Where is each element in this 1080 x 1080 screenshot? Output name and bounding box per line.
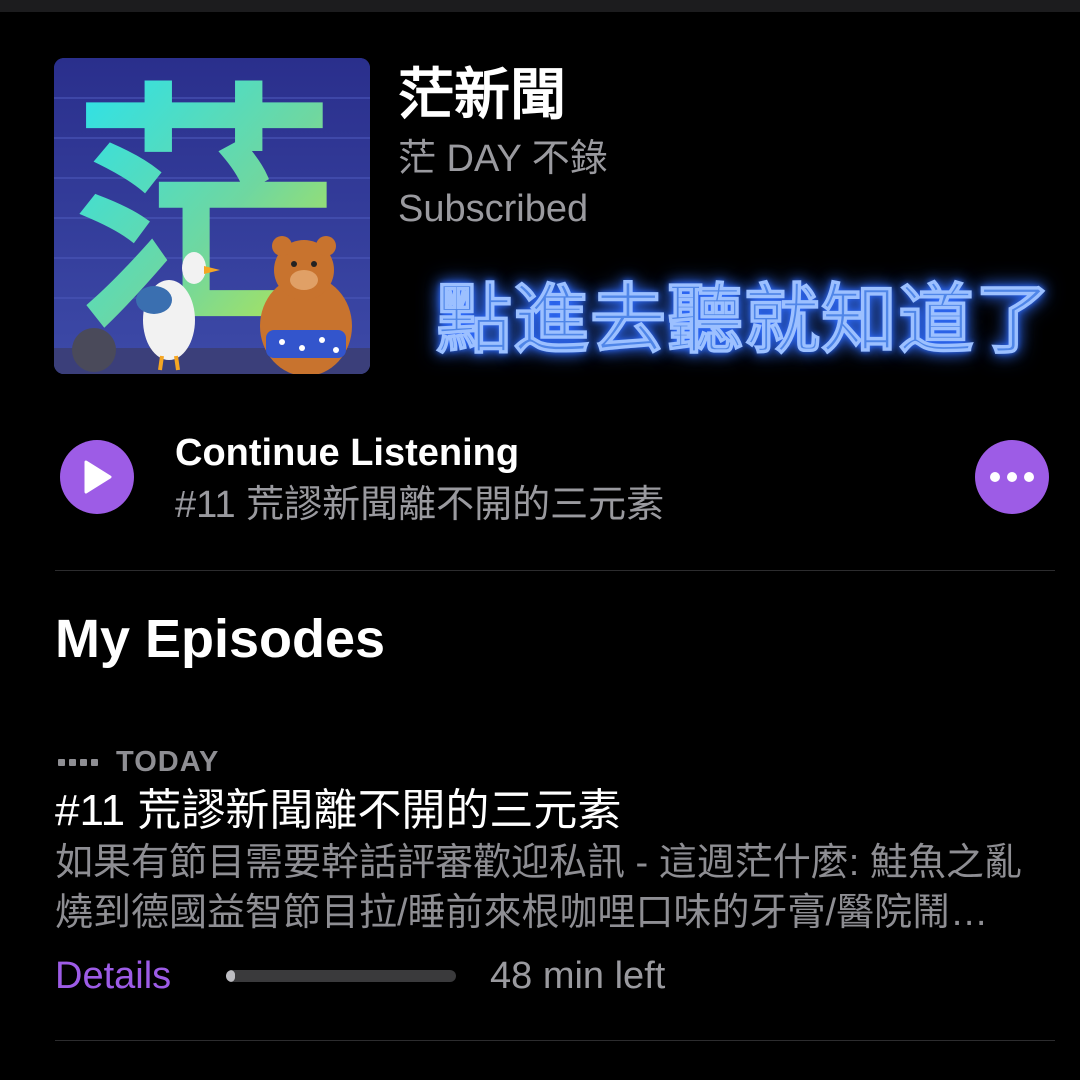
podcast-title: 茫新聞 xyxy=(398,63,566,126)
play-icon xyxy=(84,460,112,494)
ellipsis-icon xyxy=(1007,472,1017,482)
subscription-status: Subscribed xyxy=(398,188,589,230)
time-left: 48 min left xyxy=(490,955,666,997)
continue-listening-label[interactable]: Continue Listening xyxy=(175,430,519,476)
podcast-artwork[interactable]: 茫 xyxy=(54,58,370,374)
episode-progress-fill xyxy=(226,970,236,982)
ellipsis-icon xyxy=(990,472,1000,482)
section-divider xyxy=(55,570,1055,571)
details-link[interactable]: Details xyxy=(55,952,171,1000)
episode-progress-bar xyxy=(226,970,456,982)
episode-description[interactable]: 如果有節目需要幹話評審歡迎私訊 - 這週茫什麼: 鮭魚之亂燒到德國益智節目拉/睡… xyxy=(55,838,1045,938)
episode-title[interactable]: #11 荒謬新聞離不開的三元素 xyxy=(55,784,621,838)
podcast-author[interactable]: 茫 DAY 不錄 xyxy=(398,136,608,182)
my-episodes-heading: My Episodes xyxy=(55,609,386,669)
waveform-icon xyxy=(58,758,98,766)
artwork-illustration: 茫 xyxy=(54,58,370,374)
play-button[interactable] xyxy=(60,440,134,514)
overlay-caption: 點進去聽就知道了 xyxy=(436,278,1052,364)
episode-date: TODAY xyxy=(116,746,220,778)
continue-episode-title[interactable]: #11 荒謬新聞離不開的三元素 xyxy=(175,482,664,528)
episode-date-row: TODAY xyxy=(58,744,219,780)
more-options-button[interactable] xyxy=(975,440,1049,514)
episode-divider xyxy=(55,1040,1055,1041)
top-status-strip xyxy=(0,0,1080,12)
ellipsis-icon xyxy=(1024,472,1034,482)
